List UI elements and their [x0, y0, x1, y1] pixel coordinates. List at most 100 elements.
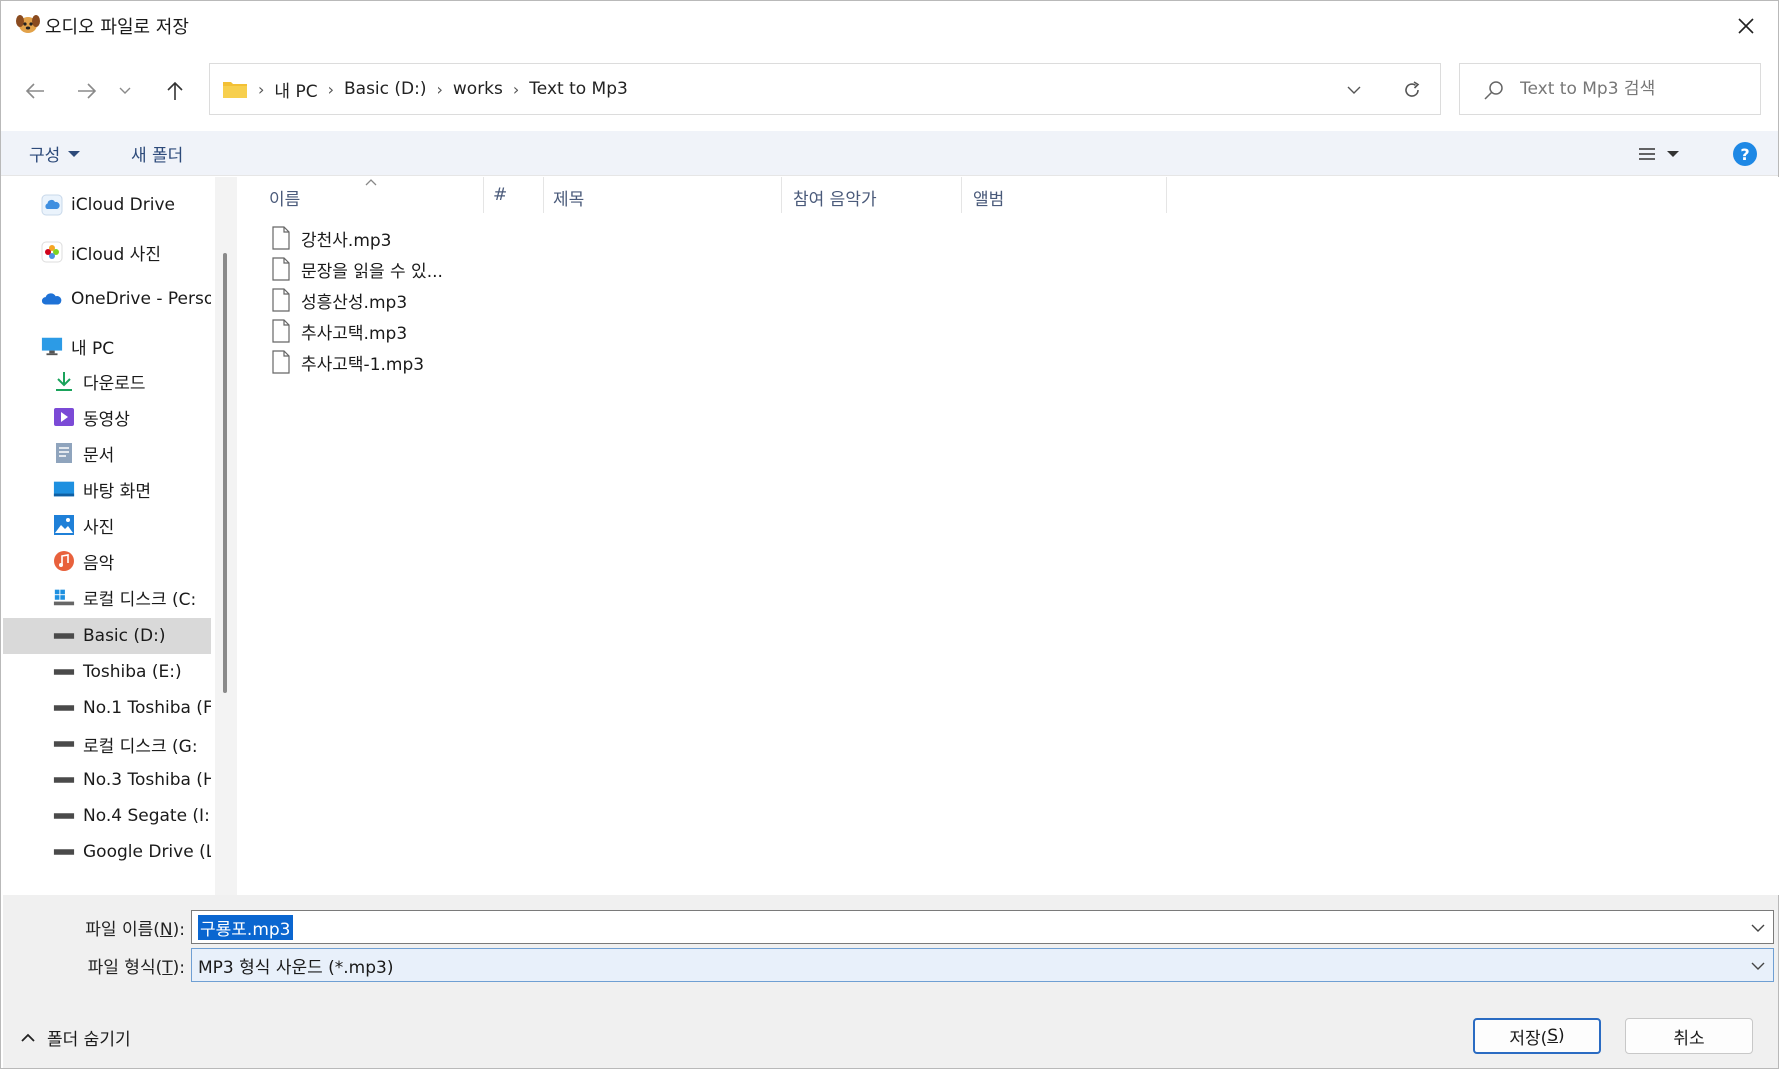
breadcrumb-chevron-icon: › — [258, 79, 265, 99]
drive-icon — [53, 625, 75, 647]
drive-icon — [53, 661, 75, 683]
recent-locations-button[interactable] — [113, 71, 137, 111]
column-track-number[interactable]: # — [493, 185, 507, 205]
column-contributing-artists[interactable]: 참여 음악가 — [793, 185, 877, 210]
column-divider[interactable] — [483, 177, 484, 213]
file-name: 추사고택.mp3 — [301, 323, 408, 344]
column-divider[interactable] — [781, 177, 782, 213]
new-folder-label: 새 폴더 — [131, 146, 184, 166]
sidebar-item-label: 문서 — [83, 445, 115, 466]
filename-label: 파일 이름(N): — [85, 920, 185, 940]
video-icon — [53, 406, 75, 428]
address-bar[interactable]: › 내 PC › Basic (D:) › works › Text to Mp… — [209, 63, 1441, 115]
sidebar-item-local-disk-g[interactable]: 로컬 디스크 (G: — [3, 726, 211, 762]
column-album[interactable]: 앨범 — [973, 185, 1004, 210]
windows-drive-icon — [53, 586, 75, 608]
sidebar-item-label: No.4 Segate (I:) — [83, 806, 211, 826]
app-dog-icon — [15, 13, 41, 35]
save-audio-dialog: 오디오 파일로 저장 › 내 PC › Basic (D:) › works ›… — [0, 0, 1779, 1069]
column-name[interactable]: 이름 — [269, 185, 300, 210]
file-row[interactable]: 문장을 읽을 수 있... — [271, 254, 443, 284]
breadcrumb-my-pc[interactable]: 내 PC — [274, 77, 317, 102]
desktop-icon — [53, 478, 75, 500]
sidebar-item-label: 사진 — [83, 517, 115, 538]
view-options-button[interactable] — [1637, 139, 1697, 169]
caret-down-icon — [68, 150, 81, 157]
sidebar-item-basic-d[interactable]: Basic (D:) — [3, 618, 211, 654]
folder-icon — [222, 79, 248, 99]
arrow-right-icon — [78, 83, 97, 99]
drive-icon — [53, 769, 75, 791]
close-button[interactable] — [1714, 1, 1778, 51]
search-input[interactable] — [1520, 64, 1750, 114]
sidebar-item-label: Basic (D:) — [83, 626, 166, 646]
up-button[interactable] — [155, 71, 195, 111]
address-history-button[interactable] — [1340, 76, 1368, 104]
sidebar-item-google-drive-l[interactable]: Google Drive (L — [3, 834, 211, 870]
filename-input[interactable]: 구룡포.mp3 — [198, 914, 293, 940]
sidebar-item-onedrive[interactable]: OneDrive - Perso — [3, 281, 211, 317]
pictures-icon — [53, 514, 75, 536]
file-icon — [272, 350, 290, 374]
column-title[interactable]: 제목 — [553, 185, 584, 210]
sidebar-item-documents[interactable]: 문서 — [3, 435, 211, 471]
sidebar-item-videos[interactable]: 동영상 — [3, 399, 211, 435]
file-row[interactable]: 추사고택.mp3 — [271, 316, 407, 346]
filetype-select[interactable]: MP3 형식 사운드 (*.mp3) — [191, 948, 1774, 982]
help-button[interactable]: ? — [1733, 142, 1757, 166]
sidebar-item-desktop[interactable]: 바탕 화면 — [3, 471, 211, 507]
save-button[interactable]: 저장(S) — [1473, 1018, 1601, 1054]
file-name: 추사고택-1.mp3 — [301, 354, 425, 375]
sidebar-item-no3-toshiba-h[interactable]: No.3 Toshiba (H — [3, 762, 211, 798]
organize-menu[interactable]: 구성 — [29, 141, 81, 166]
file-icon — [272, 319, 290, 343]
help-icon: ? — [1740, 144, 1750, 164]
drive-icon — [53, 841, 75, 863]
file-list: 이름 # 제목 참여 음악가 앨범 강천사.mp3 문장을 읽을 수 있... … — [241, 177, 1779, 895]
sidebar-item-label: 로컬 디스크 (G: — [83, 736, 198, 757]
hide-folders-toggle[interactable]: 폴더 숨기기 — [21, 1025, 131, 1050]
sidebar-item-label: 로컬 디스크 (C: — [83, 589, 197, 610]
breadcrumb-works[interactable]: works — [453, 79, 503, 99]
cancel-button[interactable]: 취소 — [1625, 1018, 1753, 1054]
sidebar-item-label: Toshiba (E:) — [83, 662, 182, 682]
organize-label: 구성 — [29, 146, 61, 166]
new-folder-button[interactable]: 새 폴더 — [131, 141, 183, 166]
sidebar-item-local-disk-c[interactable]: 로컬 디스크 (C: — [3, 579, 211, 615]
column-divider[interactable] — [961, 177, 962, 213]
window-title: 오디오 파일로 저장 — [45, 17, 189, 38]
column-divider[interactable] — [1166, 177, 1167, 213]
file-row[interactable]: 추사고택-1.mp3 — [271, 347, 424, 377]
refresh-button[interactable] — [1398, 76, 1426, 104]
sidebar-item-my-pc[interactable]: 내 PC — [3, 328, 211, 364]
file-icon — [272, 257, 290, 281]
sidebar-item-label: iCloud Drive — [71, 195, 176, 215]
pc-icon — [41, 335, 63, 357]
chevron-down-icon — [1751, 962, 1765, 970]
file-row[interactable]: 성흥산성.mp3 — [271, 285, 407, 315]
file-name: 강천사.mp3 — [301, 230, 392, 251]
search-box[interactable] — [1459, 63, 1761, 115]
sidebar-scrollbar-thumb[interactable] — [223, 253, 227, 693]
sidebar-item-no4-segate-i[interactable]: No.4 Segate (I:) — [3, 798, 211, 834]
back-button[interactable] — [15, 71, 55, 111]
sidebar-item-pictures[interactable]: 사진 — [3, 507, 211, 543]
sidebar-item-no1-toshiba-f[interactable]: No.1 Toshiba (F — [3, 690, 211, 726]
filename-dropdown-button[interactable] — [1749, 919, 1767, 937]
filename-combobox[interactable]: 구룡포.mp3 — [191, 910, 1774, 944]
sidebar-item-icloud-drive[interactable]: iCloud Drive — [3, 187, 211, 223]
arrow-up-icon — [167, 81, 183, 100]
caret-down-icon — [1667, 151, 1679, 157]
save-options-panel: 파일 이름(N): 구룡포.mp3 파일 형식(T): MP3 형식 사운드 (… — [3, 895, 1778, 1068]
breadcrumb-basic-d[interactable]: Basic (D:) — [344, 79, 427, 99]
breadcrumb-text-to-mp3[interactable]: Text to Mp3 — [529, 79, 628, 99]
file-icon — [272, 226, 290, 250]
sidebar-item-icloud-photos[interactable]: iCloud 사진 — [3, 234, 211, 270]
sidebar-item-toshiba-e[interactable]: Toshiba (E:) — [3, 654, 211, 690]
forward-button[interactable] — [67, 71, 107, 111]
filetype-dropdown-button[interactable] — [1749, 957, 1767, 975]
column-divider[interactable] — [543, 177, 544, 213]
sidebar-item-music[interactable]: 음악 — [3, 543, 211, 579]
file-row[interactable]: 강천사.mp3 — [271, 223, 392, 253]
sidebar-item-downloads[interactable]: 다운로드 — [3, 363, 211, 399]
